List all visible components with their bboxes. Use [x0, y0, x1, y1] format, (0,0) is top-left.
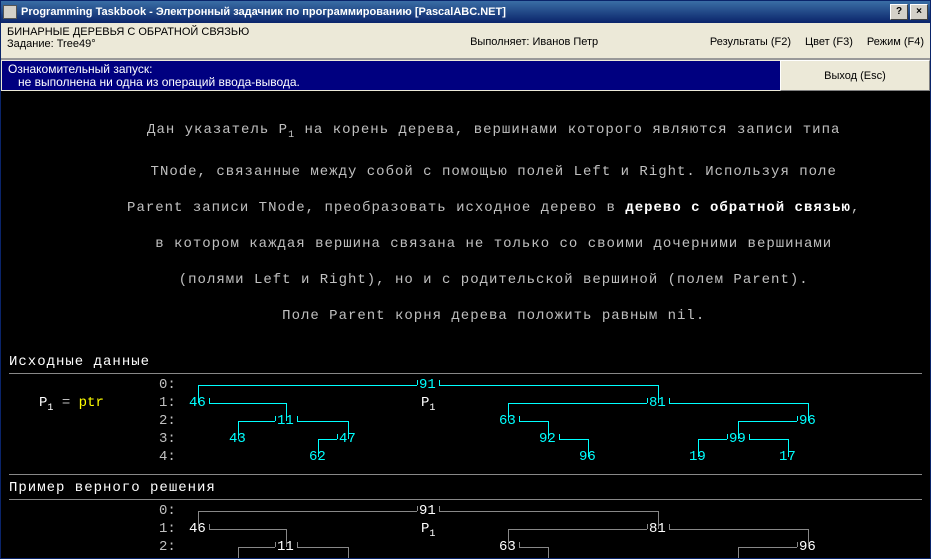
tree-node: 91 — [419, 502, 436, 520]
menubar-right: Результаты (F2) Цвет (F3) Режим (F4) — [710, 36, 924, 48]
divider — [9, 474, 922, 475]
menubar-left: БИНАРНЫЕ ДЕРЕВЬЯ С ОБРАТНОЙ СВЯЗЬЮ Задан… — [7, 26, 358, 50]
app-icon — [3, 5, 17, 19]
example-tree: 0:1:2:3:4:9146811163964347929962961917P1 — [9, 502, 922, 558]
content-area: Дан указатель P1 на корень дерева, верши… — [1, 91, 930, 558]
performer-label: Выполняет: Иванов Петр — [358, 36, 709, 48]
row-label: 3: — [159, 556, 176, 558]
results-menu[interactable]: Результаты (F2) — [710, 36, 791, 48]
help-button[interactable]: ? — [890, 4, 908, 20]
row-label: 1: — [159, 394, 176, 412]
row-label: 1: — [159, 520, 176, 538]
row-label: 2: — [159, 538, 176, 556]
close-button[interactable]: × — [910, 4, 928, 20]
input-section-title: Исходные данные — [9, 353, 922, 371]
input-tree: 0:1:2:3:4:P1 = ptr9146811163964347929962… — [9, 376, 922, 472]
divider — [9, 373, 922, 374]
status-line-2: не выполнена ни одна из операций ввода-в… — [8, 76, 774, 89]
tree-node: 91 — [419, 376, 436, 394]
p1-assignment: P1 = ptr — [39, 394, 104, 418]
app-window: Programming Taskbook - Электронный задач… — [0, 0, 931, 559]
divider — [9, 499, 922, 500]
status-row: Ознакомительный запуск: не выполнена ни … — [1, 59, 930, 91]
row-label: 3: — [159, 430, 176, 448]
status-message: Ознакомительный запуск: не выполнена ни … — [1, 60, 780, 91]
mode-menu[interactable]: Режим (F4) — [867, 36, 924, 48]
titlebar: Programming Taskbook - Электронный задач… — [1, 1, 930, 23]
category-label: БИНАРНЫЕ ДЕРЕВЬЯ С ОБРАТНОЙ СВЯЗЬЮ — [7, 26, 358, 38]
p1-marker: P1 — [421, 520, 435, 544]
row-label: 2: — [159, 412, 176, 430]
example-section-title: Пример верного решения — [9, 479, 922, 497]
window-title: Programming Taskbook - Электронный задач… — [21, 6, 888, 18]
row-label: 0: — [159, 376, 176, 394]
color-menu[interactable]: Цвет (F3) — [805, 36, 853, 48]
task-label: Задание: Tree49° — [7, 38, 358, 50]
p1-marker: P1 — [421, 394, 435, 418]
menubar: БИНАРНЫЕ ДЕРЕВЬЯ С ОБРАТНОЙ СВЯЗЬЮ Задан… — [1, 23, 930, 59]
problem-text: Дан указатель P1 на корень дерева, верши… — [9, 103, 922, 343]
row-label: 4: — [159, 448, 176, 466]
row-label: 0: — [159, 502, 176, 520]
exit-button[interactable]: Выход (Esc) — [780, 60, 930, 91]
